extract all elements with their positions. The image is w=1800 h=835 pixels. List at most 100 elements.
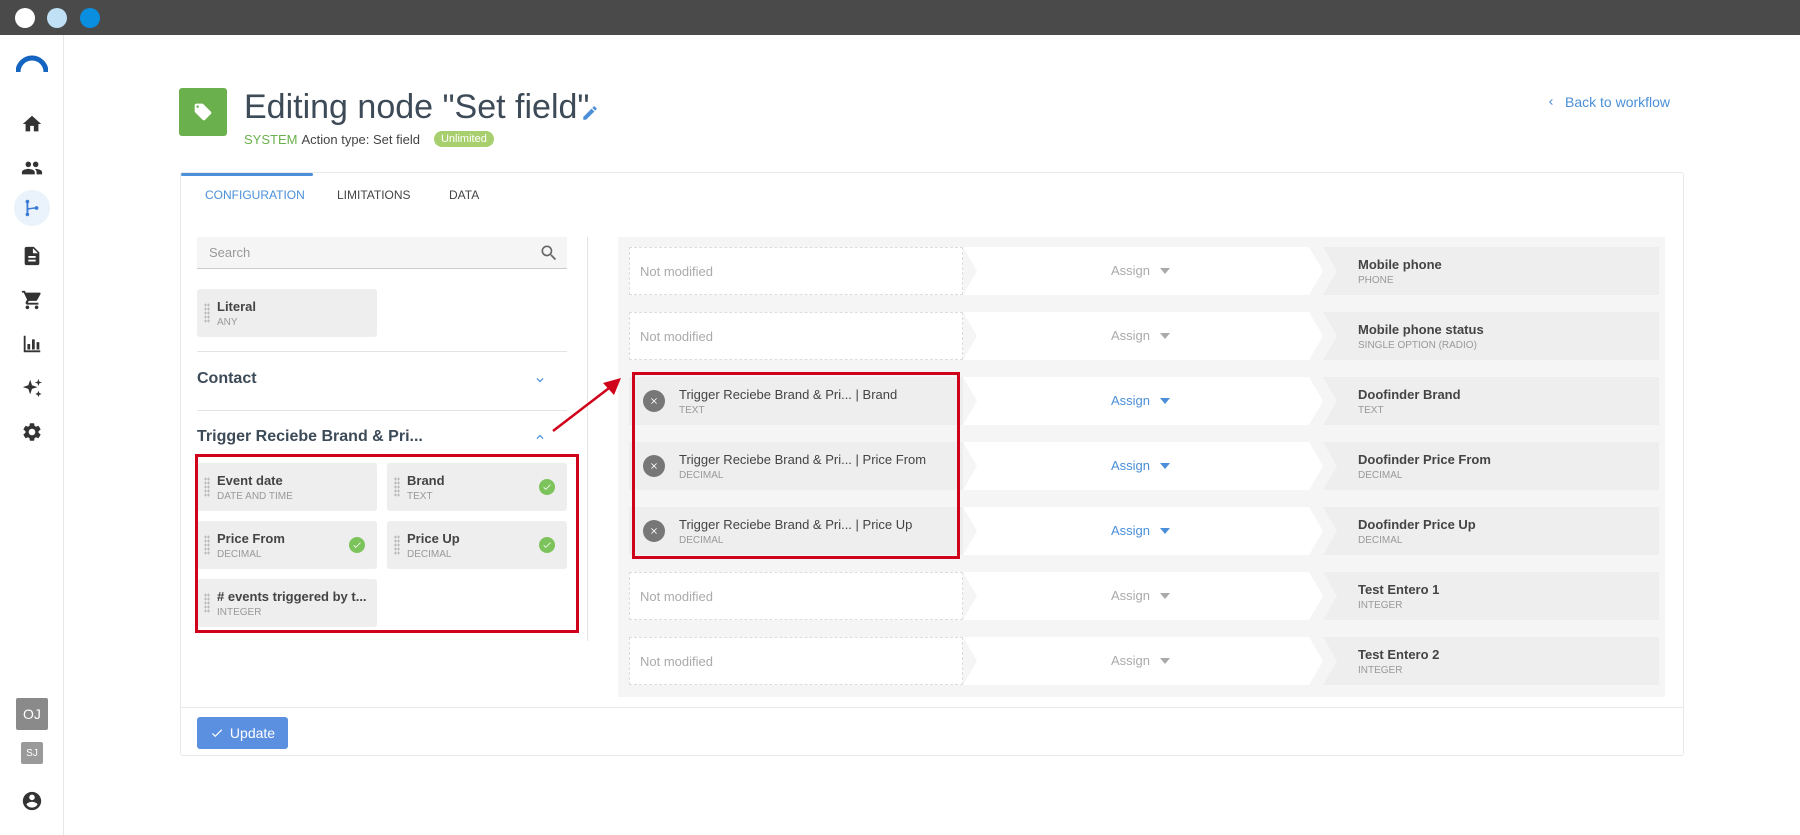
sparkle-icon[interactable] [18, 374, 46, 402]
assign-selector[interactable]: Assign [963, 507, 1323, 555]
field-card-literal[interactable]: Literal ANY [197, 289, 377, 337]
account-icon[interactable] [18, 787, 46, 815]
assign-label: Assign [1111, 458, 1151, 473]
target-name: Test Entero 2 [1358, 647, 1440, 662]
chart-icon[interactable] [18, 330, 46, 358]
avatar[interactable]: OJ [16, 698, 48, 730]
caret-down-icon [1160, 332, 1171, 339]
window-maximize-button[interactable] [80, 8, 100, 28]
document-icon[interactable] [18, 242, 46, 270]
chevron-down-icon[interactable] [533, 373, 547, 387]
tag-icon [179, 88, 227, 136]
window-minimize-button[interactable] [47, 8, 67, 28]
divider [197, 410, 567, 411]
target-type: INTEGER [1358, 600, 1403, 611]
assign-selector[interactable]: Assign [963, 377, 1323, 425]
avatar[interactable]: SJ [21, 742, 43, 764]
assign-selector[interactable]: Assign [963, 572, 1323, 620]
contacts-icon[interactable] [18, 154, 46, 182]
mapping-row: Not modified Assign Test Entero 2 INTEGE… [629, 637, 1659, 685]
target-type: DECIMAL [1358, 535, 1403, 546]
settings-icon[interactable] [18, 418, 46, 446]
caret-down-icon [1160, 397, 1171, 404]
assign-label: Assign [1111, 588, 1151, 603]
action-type-label: Action type: Set field [301, 131, 420, 147]
mapping-target: Doofinder Price Up DECIMAL [1323, 507, 1659, 555]
edit-pencil-icon[interactable] [581, 104, 599, 122]
assign-selector[interactable]: Assign [963, 247, 1323, 295]
assign-label: Assign [1111, 393, 1151, 408]
source-label: Not modified [640, 329, 713, 344]
field-name: Literal [217, 299, 257, 314]
mapping-row: Not modified Assign Mobile phone status … [629, 312, 1659, 360]
target-name: Test Entero 1 [1358, 582, 1440, 597]
caret-down-icon [1160, 657, 1171, 664]
caret-down-icon [1160, 592, 1171, 599]
target-name: Mobile phone status [1358, 322, 1484, 337]
mapping-source[interactable]: Not modified [629, 247, 963, 295]
target-name: Mobile phone [1358, 257, 1442, 272]
source-label: Not modified [640, 589, 713, 604]
system-label: SYSTEM [244, 131, 298, 147]
caret-down-icon [1160, 462, 1171, 469]
assign-dropdown[interactable]: Assign [1111, 393, 1171, 408]
assign-dropdown[interactable]: Assign [1111, 328, 1171, 343]
chevron-up-icon[interactable] [533, 430, 547, 444]
mapping-target: Mobile phone status SINGLE OPTION (RADIO… [1323, 312, 1659, 360]
app-logo[interactable] [15, 55, 49, 73]
cart-icon[interactable] [18, 286, 46, 314]
highlight-box-trigger-fields [195, 454, 579, 633]
target-name: Doofinder Price From [1358, 452, 1491, 467]
mapping-source[interactable]: Not modified [629, 312, 963, 360]
mapping-target: Test Entero 1 INTEGER [1323, 572, 1659, 620]
assign-dropdown[interactable]: Assign [1111, 523, 1171, 538]
assign-dropdown[interactable]: Assign [1111, 653, 1171, 668]
config-card: CONFIGURATION LIMITATIONS DATA Literal A… [180, 172, 1684, 756]
mapping-source[interactable]: Not modified [629, 637, 963, 685]
highlight-box-mapped-sources [632, 372, 960, 559]
mapping-target: Test Entero 2 INTEGER [1323, 637, 1659, 685]
target-type: INTEGER [1358, 665, 1403, 676]
update-button[interactable]: Update [197, 717, 288, 749]
tab-configuration[interactable]: CONFIGURATION [205, 188, 305, 202]
assign-dropdown[interactable]: Assign [1111, 588, 1171, 603]
assign-selector[interactable]: Assign [963, 442, 1323, 490]
footer-divider [181, 707, 1683, 708]
home-icon[interactable] [18, 110, 46, 138]
target-name: Doofinder Price Up [1358, 517, 1476, 532]
node-subtitle: SYSTEM Action type: Set field Unlimited [244, 131, 494, 147]
assign-selector[interactable]: Assign [963, 637, 1323, 685]
assign-label: Assign [1111, 653, 1151, 668]
sidebar: OJ SJ [0, 35, 64, 835]
update-button-label: Update [229, 725, 276, 741]
search-field [197, 237, 567, 269]
assign-label: Assign [1111, 263, 1151, 278]
drag-handle-icon[interactable] [204, 303, 210, 323]
assign-selector[interactable]: Assign [963, 312, 1323, 360]
assign-label: Assign [1111, 523, 1151, 538]
workflow-icon[interactable] [14, 190, 50, 226]
target-name: Doofinder Brand [1358, 387, 1461, 402]
tab-data[interactable]: DATA [449, 188, 479, 202]
target-type: SINGLE OPTION (RADIO) [1358, 340, 1477, 351]
assign-dropdown[interactable]: Assign [1111, 263, 1171, 278]
page-title: Editing node "Set field" [244, 88, 590, 126]
target-type: DECIMAL [1358, 470, 1403, 481]
section-title-trigger[interactable]: Trigger Reciebe Brand & Pri... [197, 428, 423, 446]
caret-down-icon [1160, 267, 1171, 274]
mapping-row: Not modified Assign Mobile phone PHONE [629, 247, 1659, 295]
section-title-contact[interactable]: Contact [197, 370, 257, 388]
back-to-workflow-link[interactable]: Back to workflow [1545, 94, 1670, 110]
tab-limitations[interactable]: LIMITATIONS [337, 188, 411, 202]
mapping-source[interactable]: Not modified [629, 572, 963, 620]
target-type: PHONE [1358, 275, 1394, 286]
mapping-target: Doofinder Price From DECIMAL [1323, 442, 1659, 490]
search-icon[interactable] [539, 243, 559, 263]
source-label: Not modified [640, 654, 713, 669]
window-close-button[interactable] [15, 8, 35, 28]
assign-dropdown[interactable]: Assign [1111, 458, 1171, 473]
search-input[interactable] [197, 237, 567, 268]
mapping-target: Mobile phone PHONE [1323, 247, 1659, 295]
divider [197, 351, 567, 352]
assign-label: Assign [1111, 328, 1151, 343]
